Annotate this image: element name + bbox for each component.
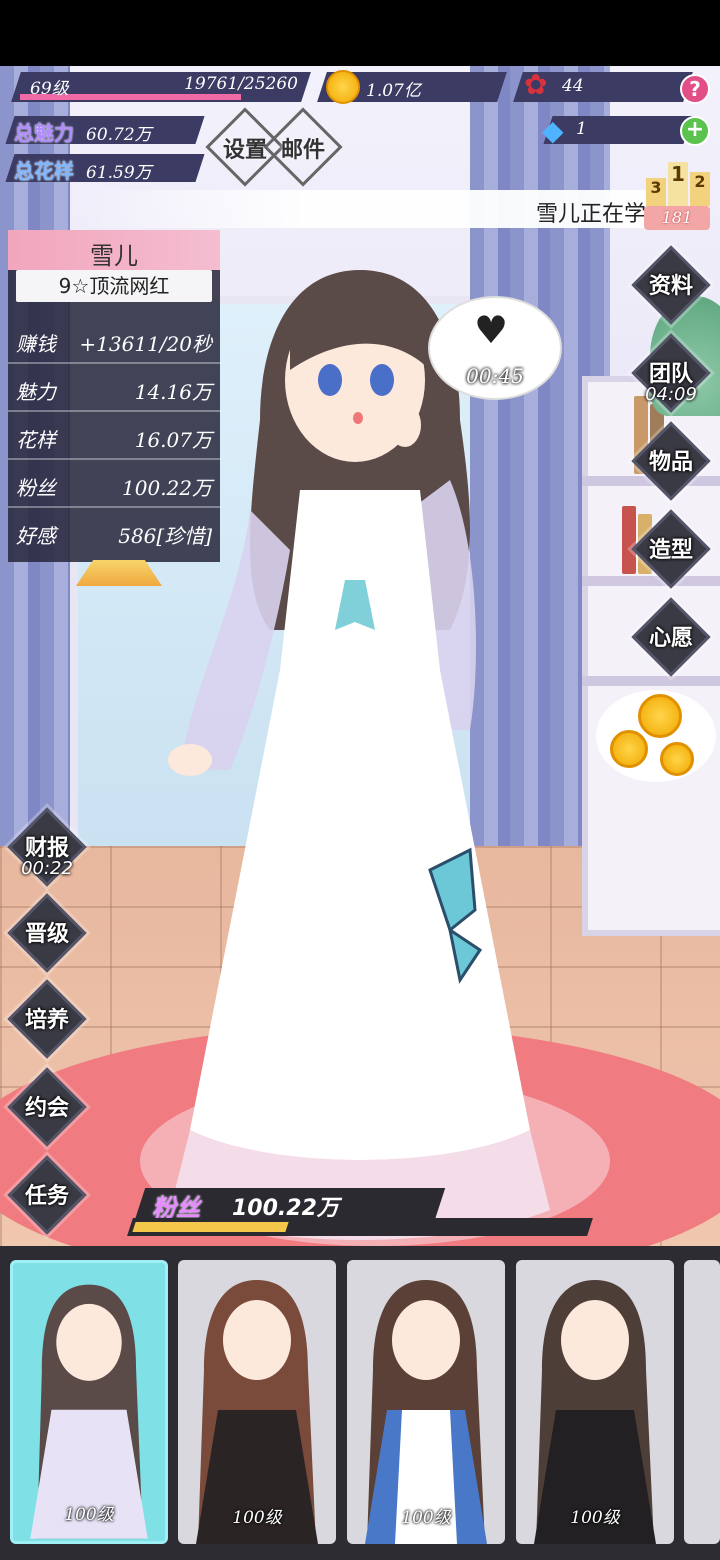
stat-label: 赚钱 [16,332,56,356]
tasks-button[interactable]: 任务 [7,1155,87,1235]
gold-coin-icon [326,70,360,104]
character-portrait [196,1280,318,1544]
stat-value: 16.07万 [134,428,212,452]
wish-button[interactable]: 心愿 [631,597,711,677]
podium-third: 3 [646,178,666,206]
coin-amount: 1.07亿 [366,81,421,101]
coin-counter: 1.07亿 [317,70,507,104]
mail-label: 邮件 [280,138,325,163]
stat-row-flower: 花样 16.07万 [8,414,220,460]
stat-row-fans: 粉丝 100.22万 [8,462,220,508]
style-button[interactable]: 造型 [631,509,711,589]
roster-level: 100级 [64,1505,114,1525]
total-flower-value: 61.59万 [86,163,152,183]
promote-button[interactable]: 晋级 [7,893,87,973]
stat-value: 586[珍惜] [118,524,212,548]
wish-label: 心愿 [648,626,693,651]
character-name-tab: 雪儿 [8,230,220,270]
diamond-counter: ◆ 1 [542,114,693,147]
ticker-text: 雪儿正在学 [535,202,646,227]
diamond-icon: ◆ [542,114,564,147]
roster-level: 100级 [570,1508,620,1528]
train-label: 培养 [24,1008,69,1033]
game-screen: { "player": { "level": "69级", "exp": "19… [0,0,720,1560]
diamond-amount: 1 [576,119,587,139]
total-charm-label: 总魅力 [14,121,74,145]
rose-counter: ✿ 44 [513,68,693,102]
roster-card-partial[interactable] [684,1260,720,1544]
profile-button[interactable]: 资料 [631,245,711,325]
coin-icon [660,742,694,776]
character-title: 9☆顶流网红 [16,270,212,302]
rank-number: 181 [661,208,693,227]
rose-amount: 44 [562,76,584,96]
stat-row-affection: 好感 586[珍惜] [8,510,220,556]
date-label: 约会 [24,1096,69,1121]
heart-timer: 00:45 [466,364,524,388]
tasks-label: 任务 [24,1184,69,1209]
roster-card[interactable]: 100级 [347,1260,505,1544]
finance-button[interactable]: 财报 00:22 [7,807,87,887]
stat-label: 好感 [16,524,56,548]
total-charm: 总魅力 60.72万 [5,116,205,145]
items-button[interactable]: 物品 [631,421,711,501]
team-button[interactable]: 团队 04:09 [631,333,711,413]
roster-card[interactable]: 100级 [178,1260,336,1544]
player-level: 69级 [30,79,69,99]
style-label: 造型 [648,538,693,563]
player-exp: 19761/25260 [184,74,298,94]
total-charm-value: 60.72万 [86,125,152,145]
fans-bar: 粉丝 100.22万 [127,1184,593,1240]
exp-bar: 69级 19761/25260 [11,72,311,102]
fans-progress-fill [132,1222,289,1232]
date-button[interactable]: 约会 [7,1067,87,1147]
shelf-board [582,676,720,686]
stat-value: 14.16万 [134,380,212,404]
add-diamond-button[interactable]: + [680,116,710,146]
coin-icon [638,694,682,738]
activity-ticker: 雪儿正在学 [80,190,650,228]
stat-value: 100.22万 [122,476,212,500]
roster-card-selected[interactable]: 100级 [10,1260,168,1544]
ranking-button[interactable]: 3 1 2 181 [640,156,716,232]
promote-label: 晋级 [24,922,69,947]
roster-level: 100级 [401,1508,451,1528]
coin-bubble[interactable] [596,690,716,782]
heart-bubble[interactable]: ♥ 00:45 [428,296,562,400]
character-title-text: 9☆顶流网红 [58,274,170,298]
total-flower-label: 总花样 [14,159,74,183]
profile-label: 资料 [648,274,693,299]
podium-icon: 3 1 2 [646,162,710,206]
mail-button[interactable]: 邮件 [263,107,343,187]
podium-first: 1 [668,162,688,206]
team-timer: 04:09 [645,384,697,405]
stat-label: 粉丝 [16,476,56,500]
stat-label: 魅力 [16,380,56,404]
stats-panel: 9☆顶流网红 赚钱 +13611/20秒 魅力 14.16万 花样 16.07万 粉丝… [8,270,220,562]
total-flower: 总花样 61.59万 [5,154,205,183]
podium-second: 2 [690,172,710,206]
character-portrait [365,1280,487,1544]
stat-value: +13611/20秒 [79,332,212,356]
train-button[interactable]: 培养 [7,979,87,1059]
roster-card[interactable]: 100级 [516,1260,674,1544]
items-label: 物品 [648,450,693,475]
finger-heart-icon: ♥ [474,308,509,352]
character-portrait [534,1280,656,1544]
stat-row-earn: 赚钱 +13611/20秒 [8,318,220,364]
finance-timer: 00:22 [21,858,73,879]
character-name: 雪儿 [90,242,138,270]
rose-icon: ✿ [524,68,548,101]
stat-row-charm: 魅力 14.16万 [8,366,220,412]
help-button[interactable]: ? [680,74,710,104]
coin-icon [610,730,648,768]
roster-level: 100级 [232,1508,282,1528]
rank-ribbon: 181 [644,206,710,230]
stat-label: 花样 [16,428,56,452]
